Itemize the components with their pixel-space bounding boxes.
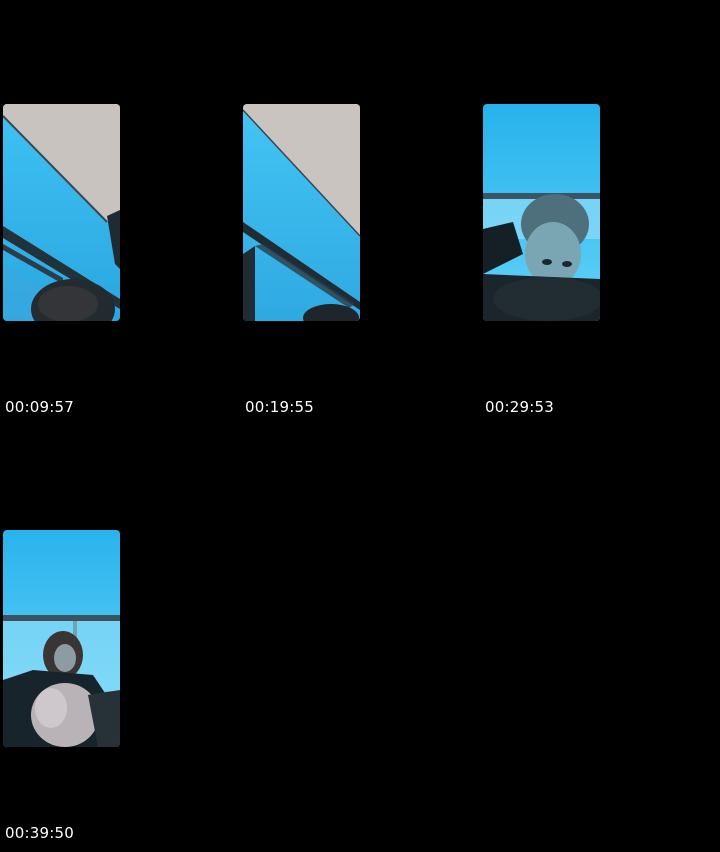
timestamp-label: 00:09:57: [5, 398, 74, 416]
thumbnail-tile: 00:09:57: [0, 0, 240, 426]
thumbnail-grid: 00:09:57 00:19:55 00:29:53 00:39:50: [0, 0, 720, 852]
frame-image-person-sitting: [3, 530, 120, 747]
thumbnail-tile: 00:19:55: [240, 0, 480, 426]
timestamp-label: 00:29:53: [485, 398, 554, 416]
thumbnail-tile: 00:39:50: [0, 426, 240, 852]
video-frame-thumbnail[interactable]: [483, 104, 600, 321]
frame-image-person-face: [483, 104, 600, 321]
frame-image-ceiling-window: [243, 104, 360, 321]
video-frame-thumbnail[interactable]: [3, 530, 120, 747]
video-frame-thumbnail[interactable]: [3, 104, 120, 321]
timestamp-label: 00:19:55: [245, 398, 314, 416]
thumbnail-tile: 00:29:53: [480, 0, 720, 426]
timestamp-label: 00:39:50: [5, 824, 74, 842]
frame-image-ceiling-window: [3, 104, 120, 321]
video-frame-thumbnail[interactable]: [243, 104, 360, 321]
